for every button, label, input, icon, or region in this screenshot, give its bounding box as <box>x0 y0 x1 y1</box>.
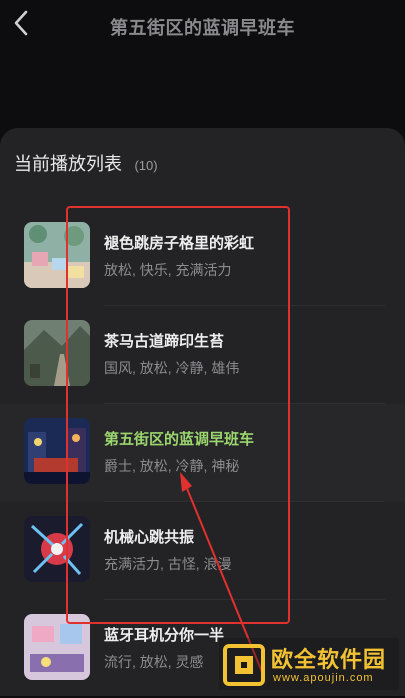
annotation-box <box>66 206 290 624</box>
brand-logo-icon <box>223 644 265 686</box>
song-tags: 流行, 放松, 灵感 <box>104 654 204 670</box>
song-title: 蓝牙耳机分你一半 <box>104 627 225 644</box>
watermark: 欧全软件园 www.apoujin.com <box>219 638 399 690</box>
watermark-url: www.apoujin.com <box>273 672 374 684</box>
playlist-title: 当前播放列表 <box>14 154 122 174</box>
playlist-header: 当前播放列表 (10) <box>14 150 158 176</box>
playlist-count: (10) <box>134 158 158 173</box>
page-title: 第五街区的蓝调早班车 <box>110 18 295 38</box>
top-bar: 第五街区的蓝调早班车 <box>0 0 405 60</box>
watermark-brand: 欧全软件园 <box>271 647 387 672</box>
